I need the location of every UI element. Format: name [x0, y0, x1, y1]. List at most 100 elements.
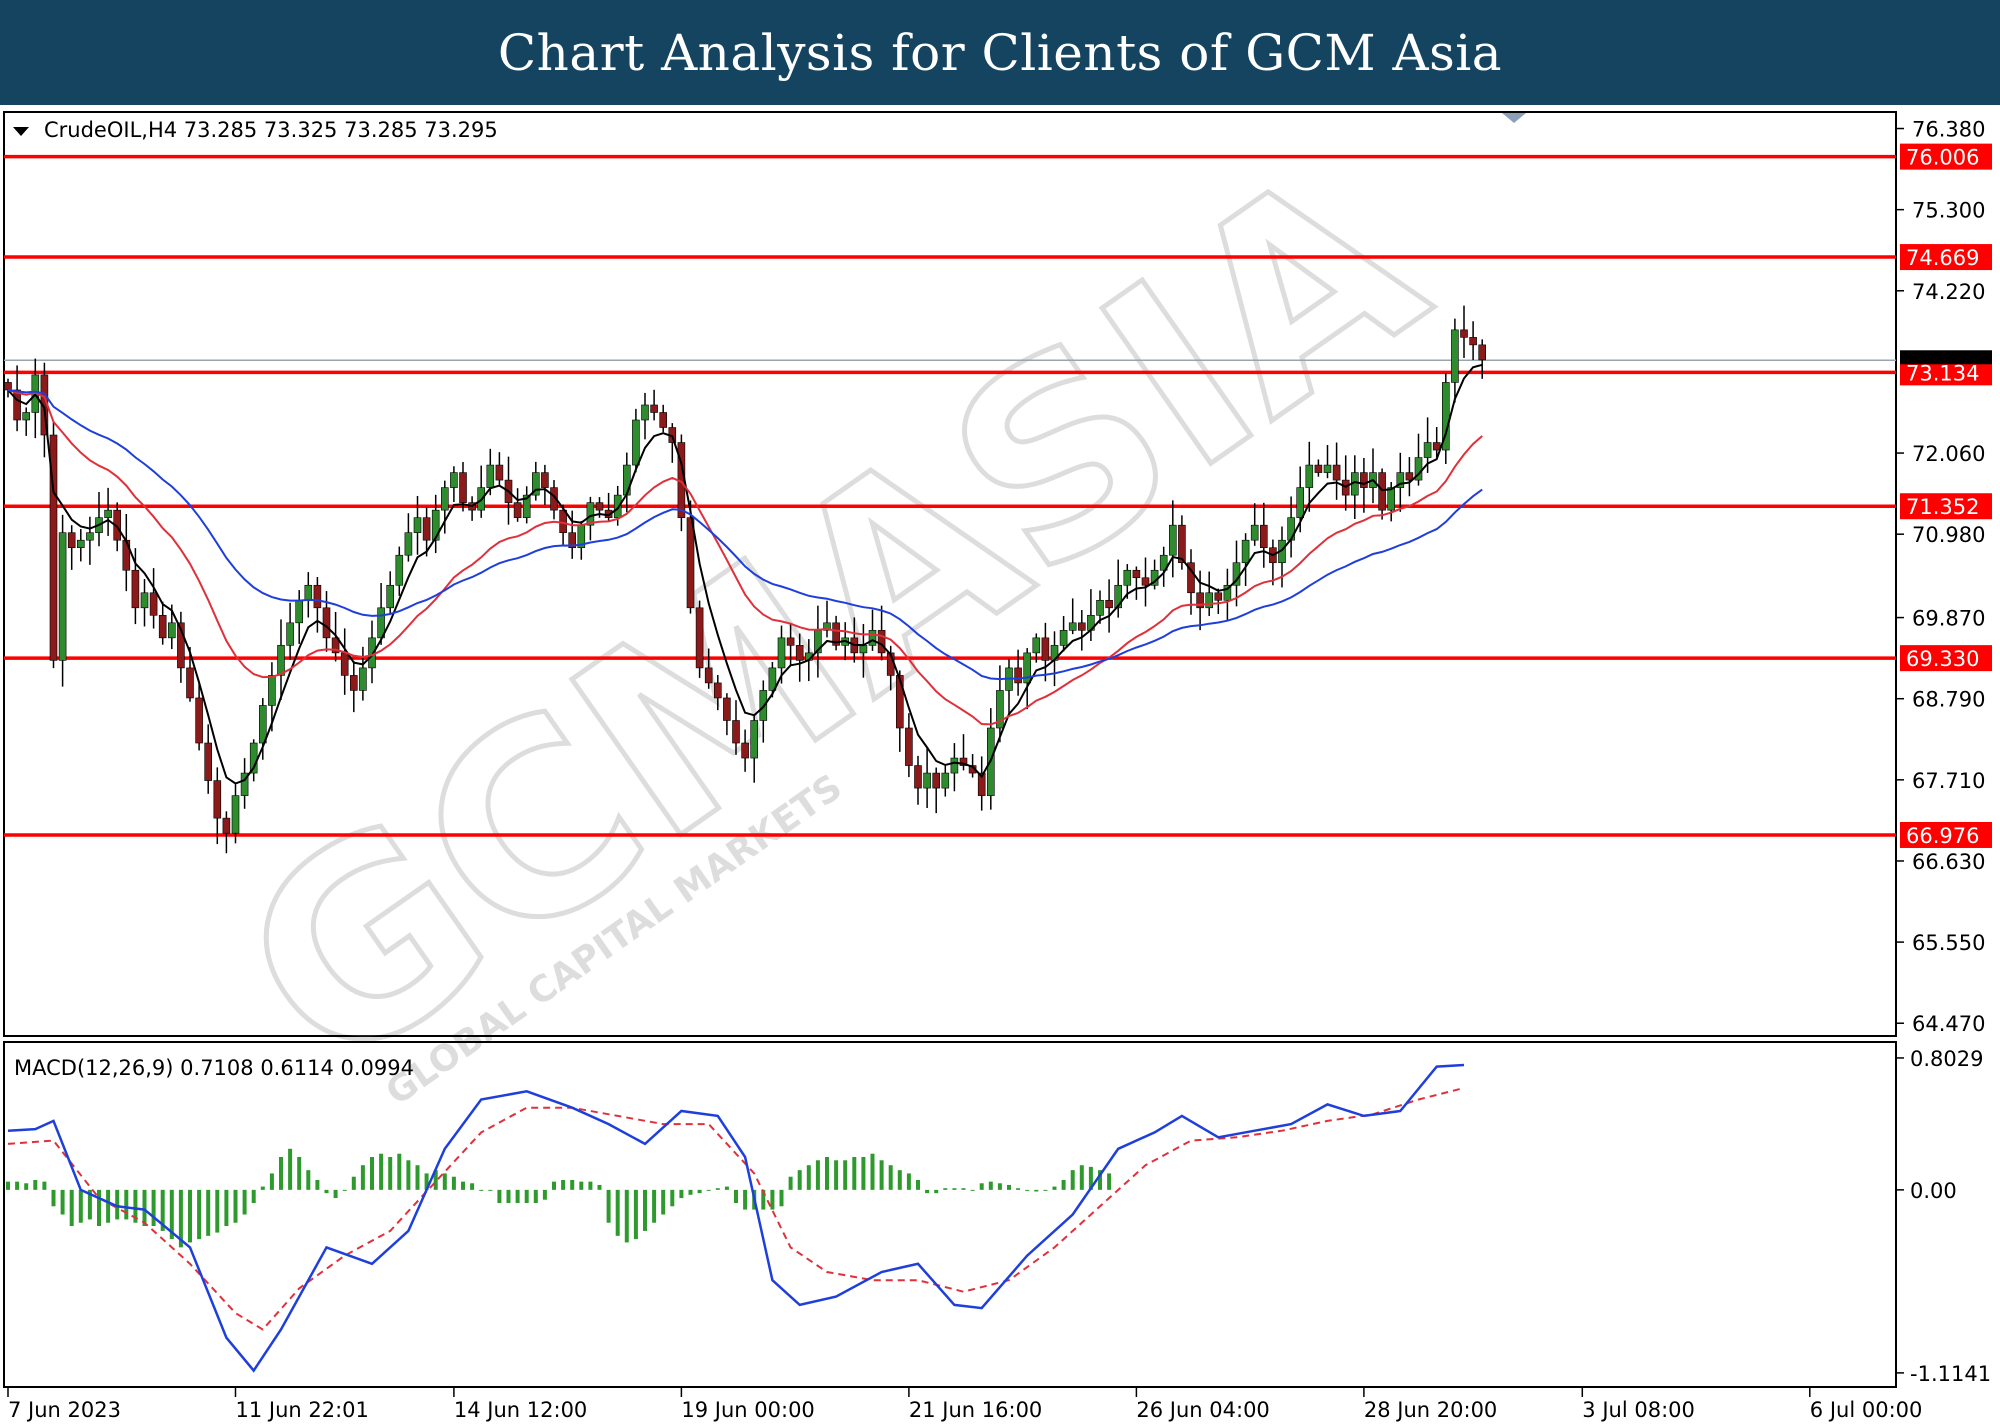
candle-body [67, 532, 76, 549]
candle-body [131, 569, 140, 609]
macd-histogram-bar [188, 1189, 192, 1243]
price-tick-label: 65.550 [1912, 931, 1985, 955]
macd-histogram-bar [588, 1181, 593, 1190]
candle-body [1360, 472, 1368, 488]
instrument-header[interactable]: CrudeOIL,H4 73.285 73.325 73.285 73.295 [13, 118, 498, 142]
macd-histogram-bar [688, 1189, 693, 1195]
macd-histogram-bar [1025, 1189, 1030, 1191]
candle-body [777, 637, 786, 669]
candle-body [395, 554, 404, 586]
candle-body [1387, 487, 1395, 511]
macd-histogram-bar [78, 1189, 83, 1223]
macd-histogram-bar [597, 1184, 602, 1190]
candle-body [349, 675, 358, 691]
macd-histogram-bar [706, 1189, 711, 1191]
macd-histogram-bar [916, 1180, 920, 1190]
price-tick-label: 74.220 [1912, 280, 1985, 304]
candle-body [877, 630, 886, 654]
candle-body [1105, 599, 1113, 609]
macd-histogram-bar [570, 1180, 575, 1190]
candle-body [258, 705, 267, 744]
candle-body [86, 532, 94, 541]
macd-histogram-bar [288, 1148, 293, 1190]
time-tick-label: 21 Jun 16:00 [909, 1398, 1042, 1422]
candle-body [641, 404, 649, 421]
price-tick-label: 76.380 [1912, 118, 1985, 142]
candle-body [914, 765, 922, 789]
candle [49, 421, 58, 669]
macd-histogram-bar [461, 1181, 465, 1190]
macd-histogram-bar [870, 1153, 875, 1190]
candle-body [1014, 667, 1022, 684]
macd-pane [3, 1041, 1897, 1388]
candle-body [622, 464, 631, 496]
macd-histogram-bar [1007, 1184, 1011, 1190]
candle-body [1314, 464, 1323, 473]
candle-body [1059, 630, 1068, 646]
macd-histogram-bar [879, 1160, 884, 1190]
macd-histogram-bar [897, 1170, 902, 1190]
candle-body [58, 532, 67, 661]
macd-histogram-bar [697, 1189, 702, 1194]
macd-histogram-bar [60, 1189, 65, 1215]
macd-histogram-bar [451, 1176, 456, 1190]
macd-histogram-bar [351, 1176, 356, 1190]
macd-histogram-bar [1107, 1173, 1112, 1190]
candle-body [1068, 622, 1077, 631]
candle-body [868, 630, 877, 646]
macd-histogram-bar [342, 1189, 347, 1191]
level-label: 66.976 [1906, 824, 1979, 848]
macd-histogram-bar [242, 1189, 247, 1215]
level-label: 74.669 [1906, 246, 1979, 270]
candle-body [1305, 464, 1314, 488]
macd-histogram-bar [6, 1181, 10, 1190]
macd-histogram-bar [69, 1189, 74, 1226]
macd-histogram-bar [488, 1189, 493, 1191]
candle-body [450, 472, 458, 488]
macd-histogram-bar [1079, 1165, 1084, 1190]
macd-histogram-bar [579, 1181, 584, 1190]
macd-histogram-bar [670, 1189, 675, 1207]
time-tick-label: 3 Jul 08:00 [1582, 1398, 1695, 1422]
candle-body [440, 487, 449, 511]
candle-body [22, 412, 31, 421]
price-tick-label: 75.300 [1912, 199, 1985, 223]
candle-body [1250, 524, 1259, 541]
macd-histogram-bar [552, 1181, 556, 1190]
price-tick-label: 69.870 [1912, 607, 1985, 631]
candle-body [1451, 329, 1459, 383]
candle-body [1478, 344, 1486, 361]
level-label: 69.330 [1906, 647, 1979, 671]
macd-histogram-bar [652, 1189, 657, 1223]
candle-body [204, 742, 212, 781]
candle-body [695, 607, 704, 669]
candle-body [77, 539, 85, 549]
macd-histogram-bar [42, 1181, 47, 1190]
macd-histogram-bar [333, 1189, 338, 1199]
macd-histogram-bar [124, 1189, 129, 1220]
candle-body [495, 464, 504, 481]
macd-histogram-bar [861, 1157, 866, 1190]
candle-body [1260, 524, 1268, 549]
macd-histogram-bar [815, 1160, 820, 1190]
macd-histogram-bar [724, 1186, 729, 1190]
macd-histogram-bar [1043, 1189, 1048, 1191]
candle-body [1178, 524, 1186, 564]
candle-body [1332, 464, 1341, 481]
candle-body [950, 757, 959, 774]
macd-histogram-bar [788, 1176, 793, 1190]
candle-body [786, 637, 795, 646]
candle-body [895, 675, 904, 729]
macd-tick-label: 0.8029 [1910, 1047, 1983, 1071]
level-label: 73.134 [1906, 361, 1979, 385]
macd-histogram-bar [1070, 1170, 1075, 1190]
candle-body [186, 667, 194, 699]
macd-histogram-bar [988, 1181, 993, 1190]
candle-body [213, 780, 222, 819]
candle-body [386, 584, 395, 609]
candle-body [431, 509, 440, 541]
candle-body [158, 615, 167, 639]
time-tick-label: 26 Jun 04:00 [1136, 1398, 1269, 1422]
macd-histogram-bar [442, 1173, 447, 1190]
macd-histogram-bar [33, 1180, 38, 1190]
